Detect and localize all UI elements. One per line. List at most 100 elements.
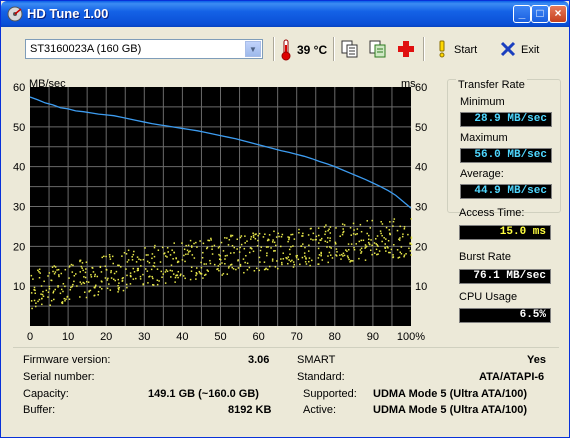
access-time-point: [136, 256, 139, 258]
health-cross-icon[interactable]: [397, 40, 415, 58]
title-bar[interactable]: HD Tune 1.00 _ □ ×: [1, 1, 569, 27]
access-time-point: [181, 259, 184, 261]
access-time-point: [219, 258, 221, 260]
access-time-point: [142, 283, 145, 285]
access-time-point: [94, 275, 96, 278]
access-time-point: [267, 268, 269, 271]
access-time-point: [320, 251, 322, 254]
access-time-point: [342, 230, 345, 233]
smart-label: SMART: [297, 354, 336, 366]
access-time-point: [228, 265, 230, 268]
access-time-point: [286, 257, 288, 260]
access-time-point: [224, 255, 227, 257]
buffer-value: 8192 KB: [228, 404, 272, 416]
access-time-point: [129, 272, 132, 274]
access-time-point: [335, 248, 338, 250]
access-time-point: [358, 257, 360, 260]
cpu-usage-value: 6.5%: [459, 308, 551, 323]
access-time-point: [387, 239, 390, 242]
access-time-point: [175, 257, 177, 259]
access-time-point: [201, 257, 204, 259]
access-time-point: [52, 270, 54, 273]
access-time-point: [52, 290, 55, 293]
y-axis-unit-right: ms: [401, 78, 416, 90]
access-time-point: [110, 270, 112, 272]
start-button[interactable]: Start: [454, 44, 477, 56]
access-time-point: [327, 229, 329, 232]
access-time-point: [248, 251, 251, 254]
access-time-point: [54, 271, 57, 273]
access-time-point: [145, 254, 148, 256]
access-time-point: [324, 233, 326, 236]
copy-icon[interactable]: [341, 40, 359, 58]
access-time-point: [229, 252, 232, 254]
exit-button[interactable]: Exit: [521, 44, 539, 56]
x-tick-label: 90: [367, 331, 379, 343]
access-time-point: [318, 234, 320, 237]
access-time-point: [199, 240, 201, 242]
access-time-point: [360, 239, 363, 242]
exit-icon[interactable]: [499, 40, 517, 58]
access-time-point: [304, 246, 306, 249]
minimum-value: 28.9 MB/sec: [460, 112, 552, 127]
minimize-button[interactable]: _: [513, 5, 531, 23]
chevron-down-icon[interactable]: ▼: [245, 41, 261, 57]
access-time-point: [392, 225, 394, 227]
access-time-point: [161, 246, 164, 249]
access-time-point: [32, 278, 34, 280]
access-time-point: [150, 268, 153, 271]
access-time-value: 15.0 ms: [459, 225, 551, 240]
access-time-point: [373, 242, 376, 244]
x-tick-label: 70: [291, 331, 303, 343]
access-time-point: [38, 271, 40, 273]
access-time-point: [239, 236, 242, 239]
burst-rate-value: 76.1 MB/sec: [459, 269, 551, 284]
close-button[interactable]: ×: [549, 5, 567, 23]
access-time-point: [329, 226, 332, 228]
access-time-point: [265, 246, 268, 248]
access-time-point: [34, 292, 36, 295]
access-time-point: [397, 257, 400, 259]
access-time-point: [360, 230, 363, 233]
maximize-button[interactable]: □: [531, 5, 549, 23]
access-time-point: [335, 243, 337, 245]
access-time-point: [339, 235, 341, 237]
access-time-point: [209, 262, 212, 265]
access-time-point: [296, 254, 298, 257]
access-time-point: [164, 255, 167, 257]
access-time-point: [400, 252, 403, 255]
access-time-point: [329, 237, 331, 239]
access-time-point: [345, 249, 347, 251]
access-time-point: [200, 261, 202, 264]
access-time-point: [271, 258, 274, 260]
access-time-point: [111, 255, 114, 258]
access-time-point: [195, 241, 197, 244]
start-icon[interactable]: [433, 40, 451, 58]
access-time-point: [84, 271, 87, 274]
access-time-point: [231, 266, 233, 269]
save-report-icon[interactable]: [369, 40, 387, 58]
y-tick-label-right: 10: [415, 281, 427, 293]
access-time-point: [235, 268, 237, 271]
drive-select[interactable]: ST3160023A (160 GB) ▼: [25, 39, 263, 59]
access-time-point: [399, 225, 401, 228]
access-time-point: [75, 273, 77, 275]
access-time-point: [60, 288, 63, 291]
access-time-point: [251, 248, 253, 250]
access-time-point: [64, 268, 67, 271]
access-time-point: [167, 251, 169, 253]
access-time-point: [65, 298, 67, 300]
access-time-point: [288, 259, 290, 261]
access-time-point: [288, 248, 291, 251]
access-time-point: [59, 292, 62, 295]
capacity-label: Capacity:: [23, 388, 69, 400]
access-time-point: [233, 252, 235, 254]
y-tick-label-right: 20: [415, 241, 427, 253]
access-time-point: [79, 271, 82, 273]
access-time-point: [159, 261, 162, 263]
access-time-point: [154, 244, 156, 247]
access-time-point: [287, 256, 290, 258]
access-time-point: [139, 259, 142, 261]
access-time-point: [281, 233, 284, 236]
x-tick-label: 100%: [397, 331, 425, 343]
